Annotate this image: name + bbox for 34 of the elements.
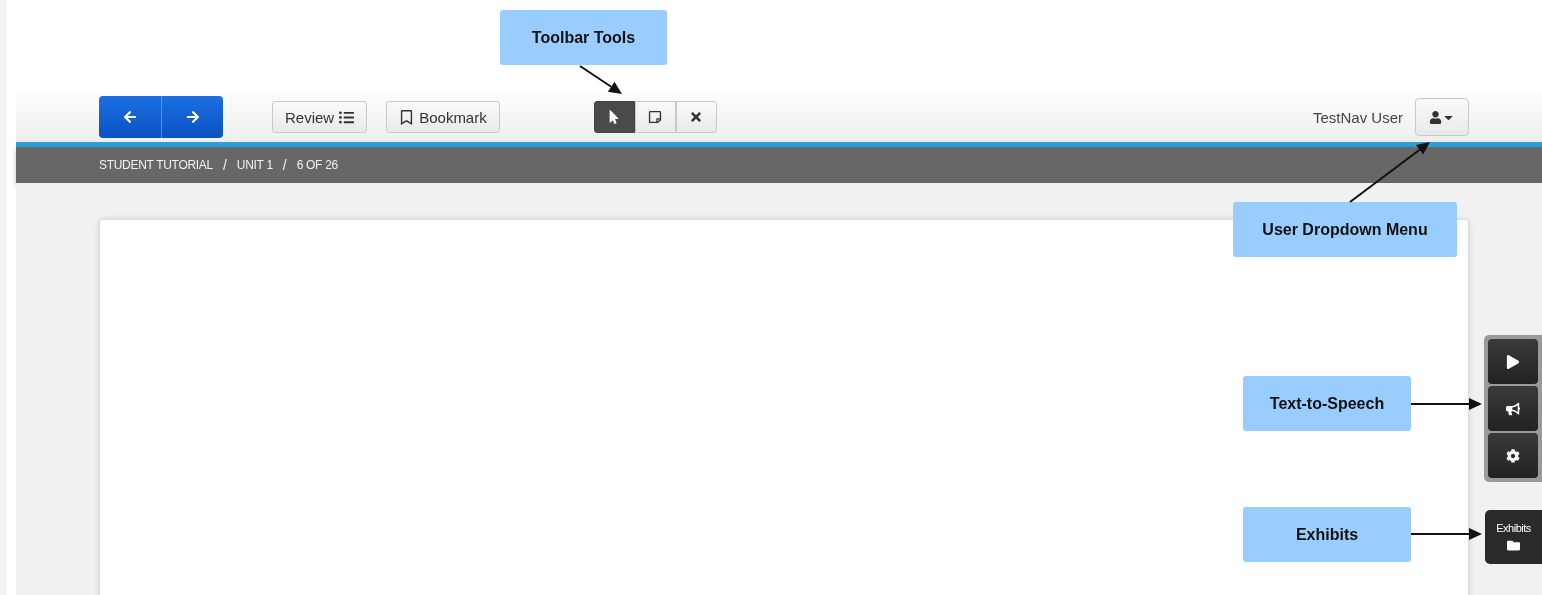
arrow — [578, 64, 624, 96]
callout-label: Toolbar Tools — [500, 10, 667, 65]
tool-button[interactable] — [593, 101, 635, 133]
breadcrumb-item: STUDENT TUTORIAL — [99, 158, 213, 172]
breadcrumb-separator: / — [222, 157, 227, 173]
settings-button[interactable] — [1488, 433, 1538, 478]
note-icon — [648, 110, 663, 124]
next-button[interactable] — [161, 96, 223, 138]
left-arrow-icon — [123, 110, 137, 124]
user-icon — [1429, 110, 1442, 124]
folder-icon — [1507, 539, 1520, 552]
play-button[interactable] — [1488, 339, 1538, 384]
breadcrumb-separator: / — [282, 157, 287, 173]
play-icon — [1506, 354, 1520, 369]
close-icon — [689, 110, 704, 124]
megaphone-icon — [1506, 401, 1520, 416]
arrow — [1411, 396, 1482, 412]
callout-label: Exhibits — [1243, 507, 1411, 562]
arrow — [1411, 526, 1482, 542]
user-name: TestNav User — [1312, 108, 1403, 126]
review-button[interactable]: Review — [272, 101, 368, 133]
speech-button[interactable] — [1488, 386, 1538, 431]
exhibits-button[interactable]: Exhibits — [1485, 510, 1542, 564]
bookmark-button[interactable]: Bookmark — [386, 101, 500, 133]
breadcrumb-item: 6 OF 26 — [296, 158, 338, 172]
callout-label: Text-to-Speech — [1243, 376, 1411, 431]
right-arrow-icon — [185, 110, 200, 124]
back-button[interactable] — [99, 96, 161, 138]
user-menu-button[interactable] — [1415, 98, 1469, 136]
list-icon — [339, 109, 355, 125]
settings-icon — [1506, 448, 1520, 463]
callout-label: User Dropdown Menu — [1233, 202, 1457, 257]
bookmark-icon — [399, 109, 415, 125]
breadcrumb-item: UNIT 1 — [236, 158, 273, 172]
